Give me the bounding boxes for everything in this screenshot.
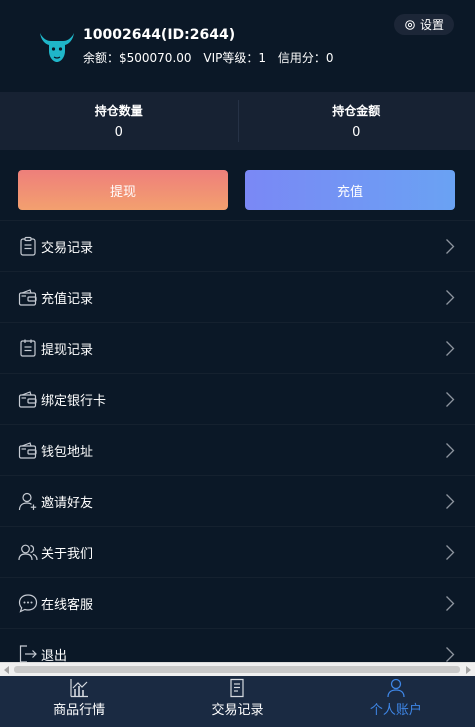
menu-item-label: 关于我们	[41, 546, 94, 562]
position-stats: 持仓数量 0 持仓金额 0	[0, 92, 475, 150]
action-buttons: 提现 充值	[0, 150, 475, 220]
user-meta: 余额：$500070.00 VIP等级：1 信用分：0	[83, 49, 341, 66]
vip-level-text: VIP等级：1	[203, 51, 266, 65]
chevron-right-icon	[446, 341, 455, 356]
stat-value: 0	[352, 125, 361, 140]
stat-position-amount: 持仓金额 0	[237, 92, 475, 150]
menu-item-trade-records[interactable]: 交易记录	[0, 220, 475, 271]
horizontal-scrollbar[interactable]	[0, 662, 475, 676]
menu-item-logout[interactable]: 退出	[0, 628, 475, 662]
list-icon	[20, 339, 36, 357]
menu-item-wallet-address[interactable]: 钱包地址	[0, 424, 475, 475]
menu-item-withdraw-records[interactable]: 提现记录	[0, 322, 475, 373]
chevron-right-icon	[446, 239, 455, 254]
bottom-tab-bar: 商品行情 交易记录 个人账户	[0, 676, 475, 727]
menu-item-bind-bank-card[interactable]: 绑定银行卡	[0, 373, 475, 424]
account-menu: 交易记录 充值记录 提现记录 绑定银行卡 钱包地址 邀请好友 关于我们 在线客服…	[0, 220, 475, 662]
document-icon	[230, 678, 245, 698]
tab-personal-account[interactable]: 个人账户	[317, 676, 475, 727]
wallet-icon	[18, 442, 37, 459]
user-add-icon	[18, 492, 37, 511]
menu-item-invite-friends[interactable]: 邀请好友	[0, 475, 475, 526]
user-id: 10002644(ID:2644)	[83, 27, 236, 43]
chevron-right-icon	[446, 290, 455, 305]
tab-trade-records[interactable]: 交易记录	[158, 676, 316, 727]
tab-market[interactable]: 商品行情	[0, 676, 158, 727]
tab-label: 交易记录	[211, 703, 264, 718]
users-icon	[18, 544, 38, 561]
credit-score-text: 信用分：0	[277, 51, 334, 65]
clipboard-icon	[20, 236, 36, 256]
gear-icon	[405, 19, 415, 30]
user-icon	[387, 678, 405, 698]
menu-item-about-us[interactable]: 关于我们	[0, 526, 475, 577]
deposit-button[interactable]: 充值	[245, 170, 455, 210]
wallet-icon	[18, 391, 37, 408]
menu-item-deposit-records[interactable]: 充值记录	[0, 271, 475, 322]
chevron-right-icon	[446, 494, 455, 509]
logout-icon	[19, 645, 37, 662]
menu-item-online-support[interactable]: 在线客服	[0, 577, 475, 628]
chevron-right-icon	[446, 545, 455, 560]
menu-item-label: 钱包地址	[41, 444, 94, 460]
chevron-right-icon	[446, 647, 455, 662]
chart-icon	[70, 679, 89, 698]
withdraw-button[interactable]: 提现	[18, 170, 228, 210]
settings-button[interactable]: 设置	[394, 14, 454, 35]
chat-icon	[18, 594, 38, 613]
menu-item-label: 邀请好友	[41, 495, 94, 511]
stat-value: 0	[114, 125, 123, 140]
stat-position-quantity: 持仓数量 0	[0, 92, 238, 150]
stat-label: 持仓数量	[94, 104, 143, 118]
menu-item-label: 退出	[41, 648, 68, 663]
tab-label: 个人账户	[369, 703, 422, 718]
profile-header: 10002644(ID:2644) 余额：$500070.00 VIP等级：1 …	[0, 0, 475, 92]
scrollbar-thumb[interactable]	[14, 666, 460, 673]
menu-item-label: 在线客服	[41, 597, 94, 613]
balance-text: 余额：$500070.00	[83, 51, 192, 65]
chevron-right-icon	[446, 392, 455, 407]
scroll-right-arrow-icon[interactable]	[466, 666, 471, 674]
tab-label: 商品行情	[53, 703, 106, 718]
chevron-right-icon	[446, 596, 455, 611]
chevron-right-icon	[446, 443, 455, 458]
bull-logo-icon	[40, 33, 74, 62]
stat-label: 持仓金额	[332, 104, 381, 118]
menu-item-label: 充值记录	[41, 291, 94, 307]
menu-item-label: 交易记录	[41, 240, 94, 256]
wallet-icon	[18, 289, 37, 306]
menu-item-label: 提现记录	[41, 342, 94, 358]
settings-label: 设置	[419, 18, 444, 32]
menu-item-label: 绑定银行卡	[41, 393, 107, 409]
scroll-left-arrow-icon[interactable]	[4, 666, 9, 674]
